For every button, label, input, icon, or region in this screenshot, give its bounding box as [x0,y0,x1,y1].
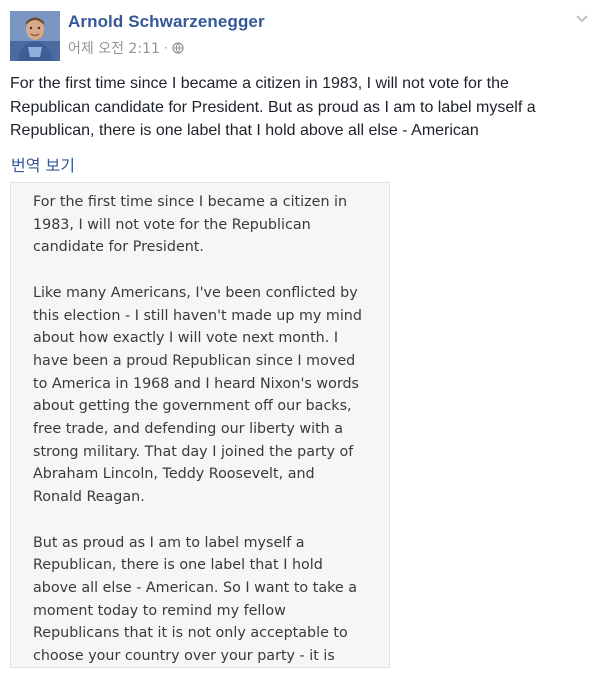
image-paragraph: But as proud as I am to label myself a R… [33,534,357,665]
post-text: For the first time since I became a citi… [10,72,590,143]
chevron-down-icon[interactable] [574,12,590,24]
post-text-line: Republican candidate for President. But … [10,98,536,116]
see-translation-link[interactable]: 번역 보기 [11,152,75,176]
facebook-post: Arnold Schwarzenegger 어제 오전 2:11 · For t… [0,0,600,678]
globe-icon[interactable] [172,42,184,54]
post-text-line: Republican, there is one label that I ho… [10,122,479,139]
author-avatar[interactable] [10,11,60,61]
post-meta: 어제 오전 2:11 · [68,38,184,58]
image-paragraph: Like many Americans, I've been conflicte… [33,284,362,506]
post-timestamp[interactable]: 어제 오전 2:11 [68,38,160,58]
meta-separator: · [163,41,168,55]
post-text-line: For the first time since I became a citi… [10,75,509,92]
image-paragraph: For the first time since I became a citi… [33,194,348,256]
attached-text-image[interactable]: For the first time since I became a citi… [10,182,390,668]
author-name[interactable]: Arnold Schwarzenegger [68,12,265,32]
